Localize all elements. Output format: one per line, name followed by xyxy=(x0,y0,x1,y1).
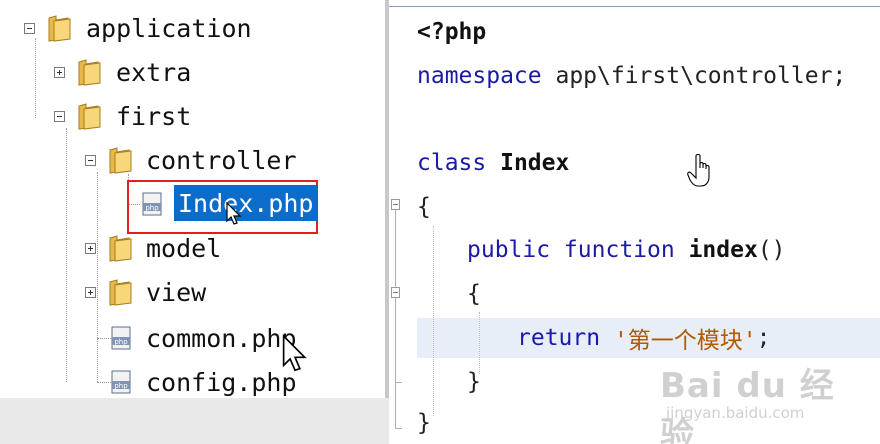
tree-node-common-php[interactable]: common.php xyxy=(146,318,297,358)
tree-node-label: controller xyxy=(146,145,297,175)
semicolon: ; xyxy=(756,325,771,351)
watermark-url: jingyan.baidu.com xyxy=(666,404,805,422)
folder-icon xyxy=(109,279,132,306)
tree-node-label: first xyxy=(116,101,192,131)
code-line-namespace: namespace app\first\controller; xyxy=(417,58,846,94)
tree-node-application[interactable]: application xyxy=(86,8,252,48)
tree-connector xyxy=(35,38,36,118)
svg-text:php: php xyxy=(114,338,128,346)
code-line-brace-close: } xyxy=(417,405,431,441)
return-string: '第一个模块' xyxy=(600,328,757,354)
method-modifiers: public function xyxy=(467,237,675,263)
fold-toggle-class[interactable] xyxy=(391,199,400,210)
code-line-return: return '第一个模块'; xyxy=(517,320,771,356)
tree-node-label: application xyxy=(86,13,252,43)
code-line-brace-open: { xyxy=(417,189,431,225)
folder-icon xyxy=(78,59,101,86)
class-name: Index xyxy=(486,150,570,176)
expand-toggle-extra[interactable] xyxy=(54,67,65,78)
code-editor[interactable]: <?php namespace app\first\controller; cl… xyxy=(389,0,880,444)
tree-node-model[interactable]: model xyxy=(146,228,221,268)
tree-connector xyxy=(97,382,111,383)
brace: { xyxy=(467,281,481,307)
fold-line xyxy=(395,210,396,428)
tree-node-label: view xyxy=(146,277,207,307)
folder-icon xyxy=(78,103,101,130)
method-name: index xyxy=(674,237,758,263)
return-keyword: return xyxy=(517,325,601,351)
fold-end xyxy=(395,382,402,383)
editor-border xyxy=(389,6,880,7)
brace: { xyxy=(417,194,431,220)
tree-node-controller[interactable]: controller xyxy=(146,140,297,180)
method-parens: () xyxy=(757,237,786,263)
svg-text:php: php xyxy=(145,204,159,212)
folder-icon xyxy=(48,15,71,42)
fold-end xyxy=(395,428,402,429)
indent-guide xyxy=(433,226,434,416)
tree-node-first[interactable]: first xyxy=(116,96,191,136)
tree-node-label: common.php xyxy=(146,323,297,353)
namespace-keyword: namespace xyxy=(417,63,542,89)
tree-node-label: model xyxy=(146,233,222,263)
brace: } xyxy=(467,369,481,395)
folder-icon xyxy=(109,147,132,174)
watermark-logo: Bai du 经验 xyxy=(660,366,835,444)
php-file-icon: php xyxy=(142,192,162,216)
svg-text:php: php xyxy=(114,382,128,390)
code-line-method-brace-open: { xyxy=(467,276,481,312)
php-file-icon: php xyxy=(111,370,131,394)
collapse-toggle-first[interactable] xyxy=(54,111,65,122)
code-line-open-tag: <?php xyxy=(417,14,486,50)
tree-connector xyxy=(97,338,111,339)
mouse-cursor-icon xyxy=(226,202,242,225)
code-line-class: class Index xyxy=(417,145,569,181)
tree-node-extra[interactable]: extra xyxy=(116,52,191,92)
tree-node-view[interactable]: view xyxy=(146,272,206,312)
tree-node-label: extra xyxy=(116,57,192,87)
tree-node-config-php[interactable]: config.php xyxy=(146,362,297,398)
php-file-icon: php xyxy=(111,326,131,350)
code-line-method-brace-close: } xyxy=(467,364,481,400)
tree-connector xyxy=(66,128,67,382)
tree-connector xyxy=(97,172,98,382)
hand-cursor-icon xyxy=(687,154,710,187)
tree-node-index-php[interactable]: Index.php xyxy=(174,185,318,221)
tree-node-label: config.php xyxy=(146,367,297,397)
brace: } xyxy=(417,410,431,436)
collapse-toggle-controller[interactable] xyxy=(85,155,96,166)
collapse-toggle-application[interactable] xyxy=(24,23,35,34)
expand-toggle-view[interactable] xyxy=(85,287,96,298)
namespace-value: app\first\controller; xyxy=(541,63,847,89)
folder-icon xyxy=(109,235,132,262)
tree-node-label: Index.php xyxy=(178,188,314,218)
class-keyword: class xyxy=(417,150,487,176)
expand-toggle-model[interactable] xyxy=(85,243,96,254)
file-tree-panel: application extra first controller php I… xyxy=(0,0,385,398)
php-open-tag: <?php xyxy=(417,19,487,45)
fold-toggle-method[interactable] xyxy=(391,287,400,298)
code-line-method: public function index() xyxy=(467,232,786,268)
watermark: Bai du 经验 jingyan.baidu.com xyxy=(660,358,860,444)
